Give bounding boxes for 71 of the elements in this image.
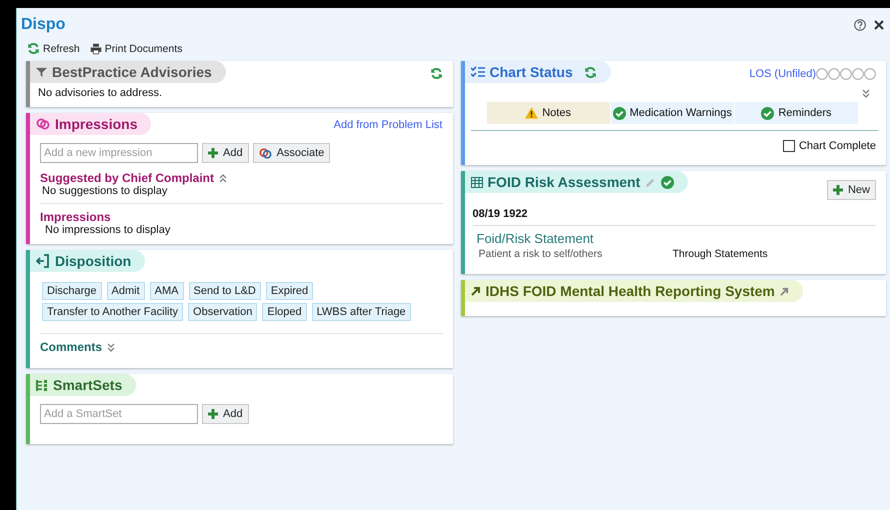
- disposition-option[interactable]: Discharge: [42, 282, 102, 300]
- refresh-icon: [430, 67, 442, 80]
- los-link[interactable]: LOS (Unfiled): [749, 68, 816, 80]
- print-button[interactable]: Print Documents: [90, 42, 182, 54]
- check-circle-icon: [661, 176, 674, 188]
- help-icon[interactable]: [854, 19, 866, 31]
- add-button[interactable]: Add: [202, 143, 249, 163]
- empty-circle-icon: [816, 68, 828, 80]
- section-title: SmartSets: [53, 377, 122, 393]
- arrow-icon: [470, 286, 480, 296]
- section-title: Chart Status: [490, 64, 573, 80]
- status-tab[interactable]: Medication Warnings: [610, 102, 734, 124]
- add-from-list-link[interactable]: Add from Problem List: [334, 113, 452, 131]
- exit-icon: [36, 254, 50, 268]
- comments-toggle[interactable]: Comments: [40, 340, 102, 354]
- disposition-option[interactable]: AMA: [150, 282, 184, 300]
- status-tab[interactable]: Reminders: [734, 102, 858, 124]
- empty-circle-icon: [864, 68, 876, 80]
- group-heading: Impressions: [40, 210, 111, 224]
- linked-circles-icon: [258, 146, 272, 160]
- checklist-icon: [470, 66, 484, 78]
- section-title: IDHS FOID Mental Health Reporting System: [486, 283, 775, 299]
- warning-icon: [525, 107, 538, 119]
- table-icon: [470, 176, 482, 188]
- empty-circle-icon: [828, 68, 840, 80]
- section-title: BestPractice Advisories: [52, 64, 212, 80]
- disposition-option[interactable]: Transfer to Another Facility: [42, 303, 184, 321]
- disposition-option[interactable]: Send to L&D: [188, 282, 261, 300]
- empty-message: No suggestions to display: [41, 185, 168, 197]
- disposition-option[interactable]: Expired: [266, 282, 314, 300]
- refresh-icon: [584, 66, 597, 78]
- empty-circle-icon: [840, 68, 852, 80]
- chart-complete-checkbox[interactable]: Chart Complete: [782, 140, 876, 152]
- empty-message: No impressions to display: [44, 224, 172, 236]
- filter-icon: [36, 66, 47, 78]
- field-value: Through Statements: [672, 248, 768, 260]
- collapse-chevron-icon[interactable]: [219, 174, 228, 182]
- printer-icon: [90, 42, 102, 54]
- associate-button[interactable]: Associate: [252, 143, 330, 163]
- window-title: Dispo: [21, 16, 66, 34]
- section-title: Disposition: [55, 253, 132, 269]
- section-title: Impressions: [55, 116, 138, 132]
- plus-icon: [208, 148, 218, 158]
- status-tab[interactable]: Notes: [486, 102, 610, 124]
- add-button[interactable]: Add: [202, 404, 249, 424]
- close-icon[interactable]: [874, 20, 884, 30]
- new-button[interactable]: New: [826, 180, 876, 200]
- disposition-option[interactable]: Admit: [106, 282, 145, 300]
- statement-title: Foid/Risk Statement: [476, 230, 595, 246]
- plus-icon: [208, 409, 218, 419]
- text-field[interactable]: Add a SmartSet: [40, 404, 198, 424]
- refresh-button[interactable]: Refresh: [27, 42, 80, 55]
- list-icon: [36, 380, 48, 390]
- disposition-option[interactable]: Eloped: [262, 303, 307, 321]
- entry-date: 08/19 1922: [472, 208, 876, 226]
- empty-message: No advisories to address.: [37, 86, 164, 101]
- text-field[interactable]: Add a new impression: [40, 143, 198, 163]
- linked-circles-icon: [36, 117, 50, 131]
- refresh-icon: [27, 42, 40, 55]
- check-circle-icon: [612, 106, 626, 120]
- plus-icon: [832, 185, 843, 195]
- section-title: FOID Risk Assessment: [488, 174, 640, 190]
- disposition-option[interactable]: Observation: [188, 303, 258, 321]
- empty-circle-icon: [852, 68, 864, 80]
- expand-chevron-icon[interactable]: [107, 342, 116, 352]
- field-label: Patient a risk to self/others: [478, 248, 604, 260]
- group-heading: Suggested by Chief Complaint: [40, 171, 214, 185]
- expand-chevron-icon[interactable]: [862, 89, 870, 98]
- external-link-icon[interactable]: [780, 286, 789, 296]
- check-circle-icon: [761, 106, 774, 120]
- disposition-option[interactable]: LWBS after Triage: [312, 303, 411, 321]
